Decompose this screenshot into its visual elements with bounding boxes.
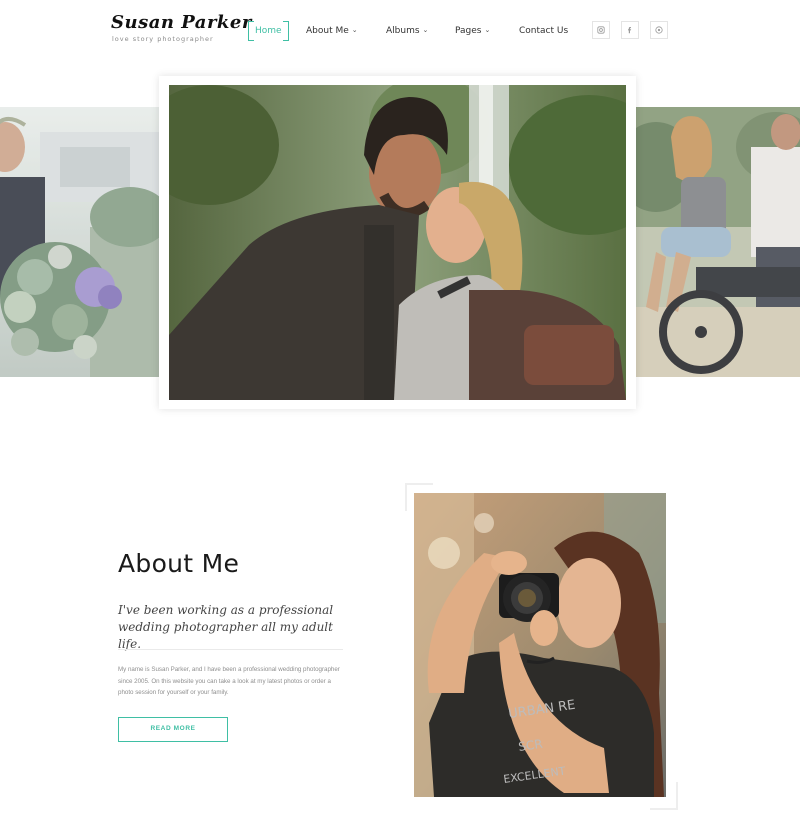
couple-smiling-photo[interactable] xyxy=(169,85,626,400)
facebook-icon xyxy=(628,26,632,34)
read-more-button[interactable]: READ MORE xyxy=(118,717,228,742)
brand-name: Susan Parker xyxy=(111,12,252,33)
about-title: About Me xyxy=(118,549,240,578)
chevron-down-icon: ⌄ xyxy=(351,26,358,34)
nav-item-home[interactable]: Home xyxy=(248,21,289,41)
nav-item-label: Contact Us xyxy=(519,26,569,36)
pinterest-button[interactable] xyxy=(650,21,668,39)
facebook-button[interactable] xyxy=(621,21,639,39)
chevron-down-icon: ⌄ xyxy=(484,26,491,34)
about-body-text: My name is Susan Parker, and I have been… xyxy=(118,666,340,696)
nav-item-label: Home xyxy=(255,26,282,36)
nav-item-label: About Me xyxy=(306,26,349,36)
nav-item-about-me[interactable]: About Me ⌄ xyxy=(306,21,358,41)
nav-item-contact-us[interactable]: Contact Us xyxy=(519,21,568,41)
chevron-down-icon: ⌄ xyxy=(422,26,429,34)
couple-motorcycle-photo[interactable] xyxy=(636,107,800,377)
site-logo[interactable]: Susan Parker love story photographer xyxy=(111,12,252,43)
nav-item-pages[interactable]: Pages ⌄ xyxy=(455,21,490,41)
hero-image-frame xyxy=(159,76,636,409)
photographer-photo[interactable]: URBAN RE SCR EXCELLENT xyxy=(414,493,666,797)
nav-item-label: Pages xyxy=(455,26,482,36)
instagram-button[interactable] xyxy=(592,21,610,39)
bridal-bouquet-photo[interactable] xyxy=(0,107,160,377)
instagram-icon xyxy=(597,26,605,34)
brand-tagline: love story photographer xyxy=(112,35,214,43)
divider xyxy=(118,649,343,650)
pinterest-icon xyxy=(655,26,663,34)
about-lead: I've been working as a professional wedd… xyxy=(118,603,334,651)
nav-item-label: Albums xyxy=(386,26,420,36)
nav-item-albums[interactable]: Albums ⌄ xyxy=(386,21,428,41)
